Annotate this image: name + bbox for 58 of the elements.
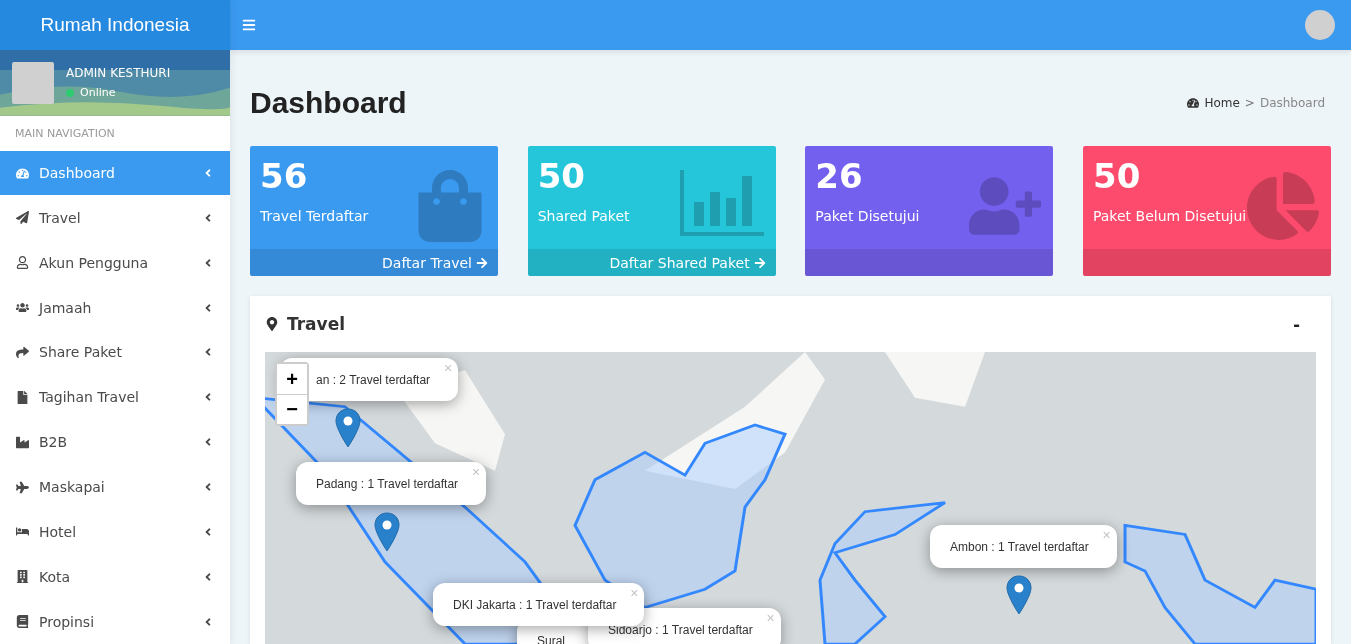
nav-item[interactable]: Jamaah (0, 285, 230, 331)
nav-icon (16, 615, 29, 629)
nav-header: MAIN NAVIGATION (14, 125, 116, 142)
nav-item[interactable]: Hotel (0, 509, 230, 555)
nav-item[interactable]: Travel (0, 195, 230, 241)
map-marker-icon[interactable] (335, 408, 361, 448)
nav-item[interactable]: Kota (0, 554, 230, 600)
page-title: Dashboard (250, 86, 407, 120)
nav-icon (16, 480, 29, 494)
nav-icon (16, 211, 29, 225)
nav-icon (16, 390, 29, 404)
card-link[interactable]: Daftar Travel (382, 254, 488, 271)
nav-icon (16, 301, 29, 315)
nav-icon (16, 570, 29, 584)
brand-title[interactable]: Rumah Indonesia (0, 0, 230, 50)
stat-label: Travel Terdaftar (260, 208, 370, 224)
stat-value: 26 (815, 156, 864, 196)
nav-item[interactable]: Maskapai (0, 464, 230, 510)
stat-label: Shared Paket (537, 208, 631, 224)
popup-text: DKI Jakarta : 1 Travel terdaftar (453, 597, 617, 612)
popup-text: Ambon : 1 Travel terdaftar (950, 539, 1089, 554)
pie-chart-icon (1246, 170, 1319, 242)
stat-label: Paket Belum Disetujui (1092, 208, 1248, 224)
user-name: ADMIN KESTHURI (66, 66, 171, 81)
dashboard-icon (1187, 97, 1200, 109)
map-marker-icon[interactable] (1006, 575, 1032, 615)
popup-text: Padang : 1 Travel terdaftar (316, 476, 459, 491)
arrow-right-icon (476, 256, 488, 269)
stat-label: Paket Disetujui (815, 208, 921, 224)
nav-icon (16, 256, 29, 270)
nav-item[interactable]: B2B (0, 419, 230, 465)
user-status: Online (80, 86, 116, 100)
nav-icon (16, 435, 29, 449)
status-dot (66, 88, 74, 97)
popup-text: Sural (537, 633, 565, 644)
zoom-out-button[interactable]: − (277, 394, 307, 424)
nav-item[interactable]: Tagihan Travel (0, 374, 230, 420)
avatar (12, 61, 54, 104)
breadcrumb-link[interactable]: Home (1204, 96, 1240, 110)
collapse-button[interactable]: - (1289, 312, 1304, 336)
arrow-right-icon (753, 256, 766, 269)
panel-title: Travel (287, 314, 346, 334)
stat-value: 50 (1092, 156, 1142, 196)
map-marker-icon[interactable] (374, 512, 400, 552)
nav-icon (16, 346, 29, 359)
nav-item[interactable]: Share Paket (0, 330, 230, 375)
popup-text: Sidoarjo : 1 Travel terdaftar (608, 622, 753, 637)
nav-item[interactable]: Propinsi (0, 599, 230, 644)
popup-text: an : 2 Travel terdaftar (316, 372, 431, 387)
bar-chart-icon (679, 170, 764, 236)
stat-value: 50 (537, 156, 586, 196)
nav-item[interactable]: Akun Pengguna (0, 240, 230, 286)
menu-icon[interactable] (242, 18, 256, 32)
breadcrumb-current: Dashboard (1259, 96, 1325, 110)
breadcrumb-separator: > (1244, 96, 1255, 110)
nav-icon (16, 166, 29, 180)
map-pin-icon (265, 317, 279, 331)
stat-value: 56 (260, 156, 309, 196)
